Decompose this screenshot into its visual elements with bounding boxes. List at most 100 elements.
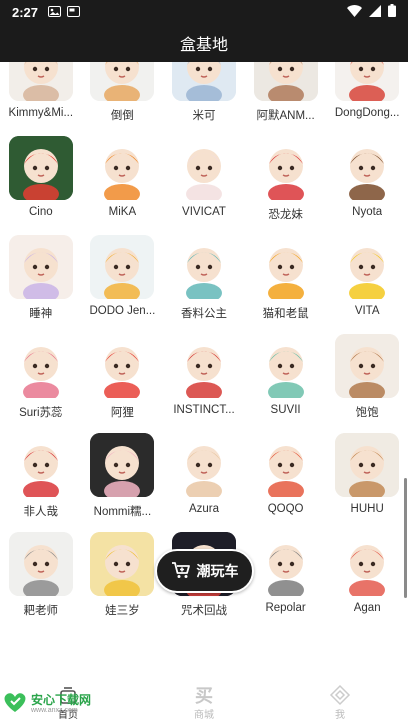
brand-name: 米可 <box>192 110 216 122</box>
nav-item-shop[interactable]: 买 商城 <box>136 680 272 725</box>
brand-name: DongDong... <box>334 107 400 119</box>
scrollbar[interactable] <box>404 478 407 598</box>
brand-name: 倒倒 <box>110 110 134 122</box>
brand-thumbnail <box>335 433 400 497</box>
brand-thumbnail <box>8 136 73 200</box>
page-title: 盒基地 <box>179 37 228 54</box>
brand-item[interactable]: Cino <box>0 134 82 233</box>
cell-signal-icon <box>369 4 381 20</box>
gallery-notification-icon <box>48 5 62 20</box>
brand-item[interactable]: 睡神 <box>0 233 82 332</box>
brand-item[interactable]: 香料公主 <box>163 233 245 332</box>
screen-notification-icon <box>67 5 81 20</box>
brand-thumbnail <box>253 532 318 596</box>
brand-thumbnail <box>253 62 318 101</box>
brand-item[interactable]: 恐龙妹 <box>245 134 327 233</box>
brand-thumbnail <box>8 62 73 101</box>
brand-item[interactable]: 猫和老鼠 <box>245 233 327 332</box>
brand-thumbnail <box>171 433 236 497</box>
brand-item[interactable]: VIVICAT <box>163 134 245 233</box>
brand-name: VITA <box>354 305 380 317</box>
brand-name: Suri苏蕊 <box>19 407 63 419</box>
brand-name: Nyota <box>352 206 383 218</box>
brand-name: 咒术回战 <box>180 605 227 617</box>
toy-cart-button[interactable]: 潮玩车 <box>155 549 254 593</box>
brand-item[interactable]: DODO Jen... <box>82 233 164 332</box>
brand-item[interactable]: QOQO <box>245 431 327 530</box>
brand-item[interactable]: DongDong... <box>326 62 408 134</box>
brand-item[interactable]: Kimmy&Mi... <box>0 62 82 134</box>
brand-name: 猫和老鼠 <box>262 308 309 320</box>
nav-label-shop: 商城 <box>194 710 214 721</box>
profile-icon <box>329 684 351 706</box>
brand-item[interactable]: 倒倒 <box>82 62 164 134</box>
nav-item-profile[interactable]: 我 <box>272 680 408 725</box>
brand-item[interactable]: 耙老师 <box>0 530 82 629</box>
brand-name: Nommi糯... <box>93 506 152 518</box>
brand-name: 非人哉 <box>23 506 59 518</box>
brand-name: INSTINCT... <box>173 404 235 416</box>
status-time: 2:27 <box>12 4 39 20</box>
brand-name: 恐龙妹 <box>268 209 303 221</box>
brand-item[interactable]: Nommi糯... <box>82 431 164 530</box>
brand-item[interactable]: Nyota <box>326 134 408 233</box>
brand-item[interactable]: 娃三岁 <box>82 530 164 629</box>
brand-name: 耙老师 <box>23 605 59 617</box>
brand-thumbnail <box>253 235 318 299</box>
brand-thumbnail <box>335 532 400 596</box>
brand-item[interactable]: Azura <box>163 431 245 530</box>
brand-item[interactable]: 阿默ANM... <box>245 62 327 134</box>
cart-button-label: 潮玩车 <box>196 563 239 579</box>
brand-item[interactable]: Suri苏蕊 <box>0 332 82 431</box>
brand-item[interactable]: MiKA <box>82 134 164 233</box>
brand-name: Kimmy&Mi... <box>8 107 74 119</box>
watermark-sub-text: www.anxz.com <box>31 707 78 715</box>
brand-thumbnail <box>171 334 236 398</box>
brand-name: Azura <box>188 503 219 515</box>
brand-name: 饱饱 <box>355 407 379 419</box>
brand-item[interactable]: 阿狸 <box>82 332 164 431</box>
brand-name: 香料公主 <box>180 308 227 320</box>
brand-thumbnail <box>90 433 155 497</box>
brand-thumbnail <box>8 532 73 596</box>
brand-thumbnail <box>90 136 155 200</box>
brand-name: MiKA <box>108 206 137 218</box>
watermark-logo: 安心下载网 www.anxz.com <box>2 690 91 719</box>
status-bar: 2:27 <box>0 0 408 24</box>
brand-name: 阿狸 <box>110 407 134 419</box>
app-bar: 盒基地 <box>0 24 408 62</box>
brand-name: 睡神 <box>29 308 53 320</box>
brand-thumbnail <box>90 334 155 398</box>
brand-thumbnail <box>171 62 236 101</box>
brand-thumbnail <box>90 62 155 101</box>
nav-label-profile: 我 <box>335 710 345 721</box>
brand-item[interactable]: HUHU <box>326 431 408 530</box>
brand-item[interactable]: INSTINCT... <box>163 332 245 431</box>
brand-name: SUVII <box>270 404 301 416</box>
brand-thumbnail <box>335 235 400 299</box>
brand-item[interactable]: 饱饱 <box>326 332 408 431</box>
brand-name: DODO Jen... <box>89 305 156 317</box>
svg-text:买: 买 <box>195 686 213 705</box>
brand-thumbnail <box>171 235 236 299</box>
shop-icon: 买 <box>193 684 215 706</box>
brand-item[interactable]: Agan <box>326 530 408 629</box>
brand-name: HUHU <box>350 503 384 515</box>
brand-thumbnail <box>8 334 73 398</box>
brand-name: 阿默ANM... <box>256 110 315 122</box>
wifi-icon <box>347 4 362 20</box>
heart-logo-icon <box>2 690 28 719</box>
brand-thumbnail <box>335 62 400 101</box>
brand-name: QOQO <box>267 503 304 515</box>
brand-item[interactable]: 非人哉 <box>0 431 82 530</box>
brand-item[interactable]: SUVII <box>245 332 327 431</box>
watermark-logo-text: 安心下载网 <box>31 693 92 708</box>
brand-name: Cino <box>28 206 53 218</box>
brand-item[interactable]: VITA <box>326 233 408 332</box>
cart-icon <box>171 561 191 582</box>
brand-name: VIVICAT <box>182 206 226 218</box>
brand-thumbnail <box>90 235 155 299</box>
brand-item[interactable]: Repolar <box>245 530 327 629</box>
brand-item[interactable]: 米可 <box>163 62 245 134</box>
brand-thumbnail <box>253 433 318 497</box>
